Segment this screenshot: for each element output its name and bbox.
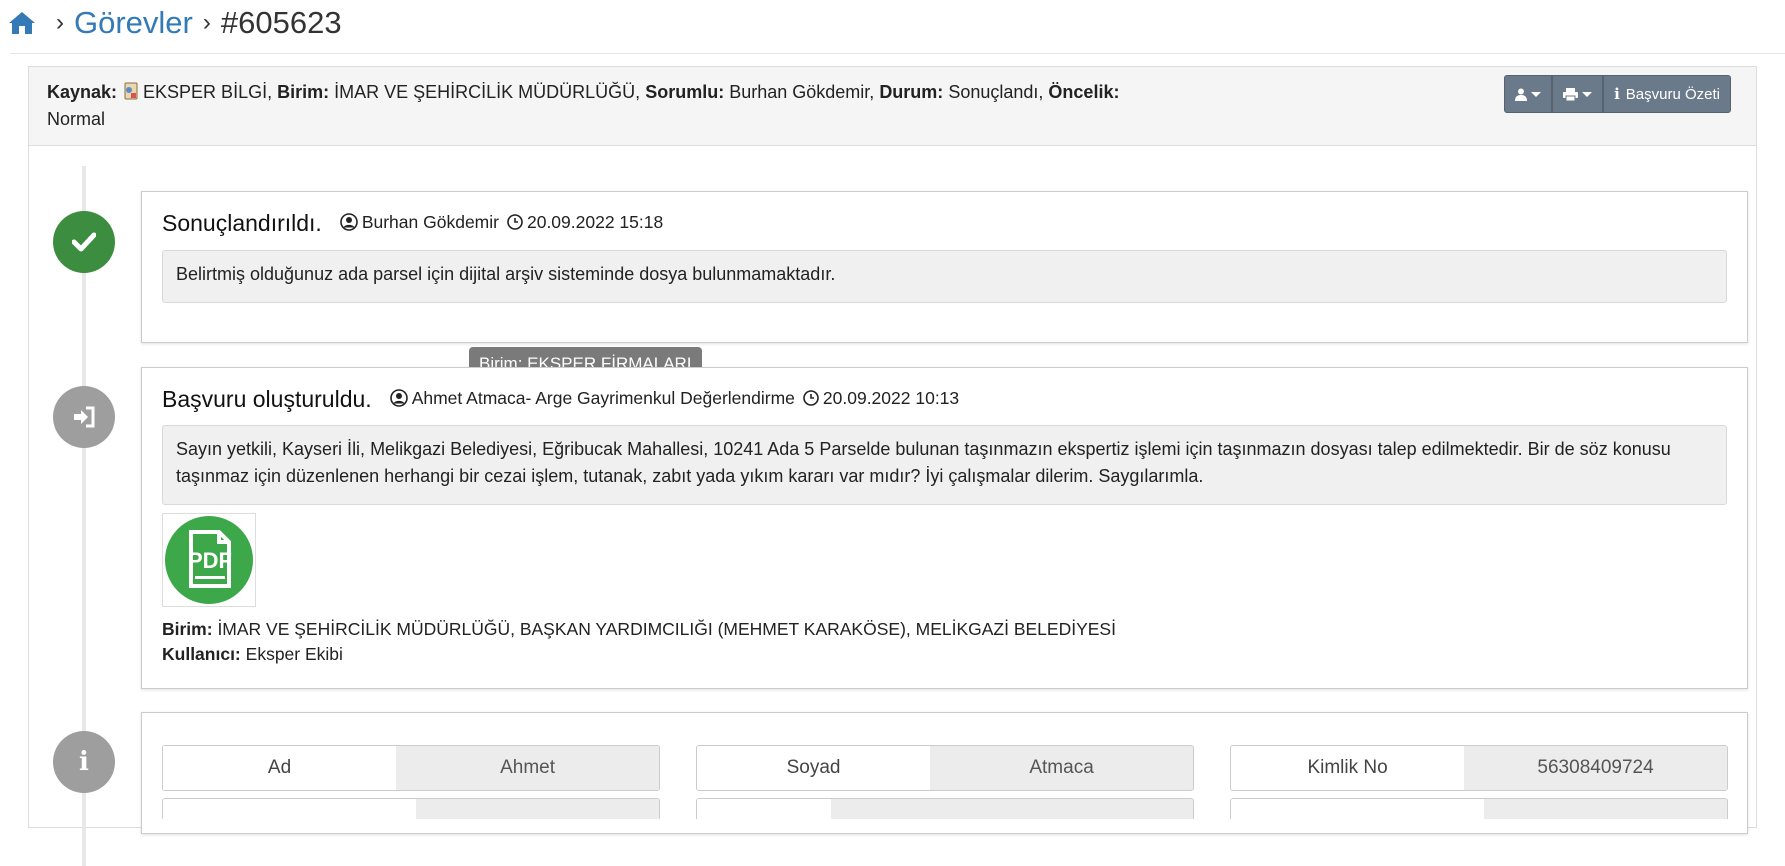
print-dropdown-button[interactable] xyxy=(1552,75,1604,113)
timeline-badge-created xyxy=(53,386,115,448)
kaynak-label: Kaynak: xyxy=(47,82,118,102)
event-birim: Birim: İMAR VE ŞEHİRCİLİK MÜDÜRLÜĞÜ, BAŞ… xyxy=(162,619,1116,639)
breadcrumb-separator-icon: › xyxy=(202,9,211,36)
pdf-attachment[interactable]: PDF xyxy=(162,513,256,607)
kaynak-value: EKSPER BİLGİ, xyxy=(143,82,273,102)
event-message: Belirtmiş olduğunuz ada parsel için diji… xyxy=(162,250,1727,303)
home-icon[interactable] xyxy=(8,10,36,36)
birim-label: Birim: xyxy=(277,82,330,102)
field-row-2 xyxy=(162,798,660,819)
field-row-2 xyxy=(696,798,1194,819)
timeline-event-created: Başvuru oluşturuldu. Ahmet Atmaca- Arge … xyxy=(141,367,1748,689)
print-icon xyxy=(1563,87,1579,101)
task-id: #605623 xyxy=(220,5,342,40)
field-row-2 xyxy=(1230,798,1728,819)
breadcrumb-separator-icon: › xyxy=(56,9,64,36)
divider xyxy=(10,53,1785,54)
oncelik-label: Öncelik: xyxy=(1048,82,1120,102)
event-kullanici: Kullanıcı: Eksper Ekibi xyxy=(162,644,343,664)
header-button-group: i Başvuru Özeti xyxy=(1504,75,1731,113)
caret-down-icon xyxy=(1582,91,1593,97)
user-circle-icon xyxy=(340,213,358,231)
timeline-badge-info: i xyxy=(53,731,115,793)
event-meta: Ahmet Atmaca- Arge Gayrimenkul Değerlend… xyxy=(389,387,960,409)
sign-in-icon xyxy=(74,406,95,428)
sorumlu-label: Sorumlu: xyxy=(645,82,725,102)
info-icon: i xyxy=(79,747,89,777)
check-icon xyxy=(72,232,96,252)
event-user: Burhan Gökdemir xyxy=(361,211,499,232)
basvuru-ozeti-label: Başvuru Özeti xyxy=(1625,85,1720,103)
info-icon: i xyxy=(1614,85,1620,103)
field-soyad: Soyad Atmaca xyxy=(696,745,1194,791)
sorumlu-value: Burhan Gökdemir, xyxy=(729,82,875,102)
oncelik-value: Normal xyxy=(47,109,106,129)
durum-value: Sonuçlandı, xyxy=(948,82,1044,102)
timeline-event-completed: Sonuçlandırıldı. Burhan Gökdemir 20.09.2… xyxy=(141,191,1748,343)
event-user[interactable]: Ahmet Atmaca- Arge Gayrimenkul Değerlend… xyxy=(412,388,795,409)
field-kimlik-no: Kimlik No 56308409724 xyxy=(1230,745,1728,791)
event-datetime: 20.09.2022 15:18 xyxy=(526,211,664,232)
event-message: Sayın yetkili, Kayseri İli, Melikgazi Be… xyxy=(162,425,1727,505)
clock-icon xyxy=(803,390,819,406)
birim-value: İMAR VE ŞEHİRCİLİK MÜDÜRLÜĞÜ, xyxy=(334,82,641,102)
task-summary: Kaynak: EKSPER BİLGİ, Birim: İMAR VE ŞEHİ… xyxy=(47,79,1197,133)
user-icon xyxy=(1515,88,1528,101)
event-title: Başvuru oluşturuldu. xyxy=(162,386,372,412)
caret-down-icon xyxy=(1531,91,1542,97)
user-circle-icon xyxy=(389,389,408,407)
source-icon xyxy=(124,82,138,100)
event-title: Sonuçlandırıldı. xyxy=(162,210,322,236)
event-datetime: 20.09.2022 10:13 xyxy=(822,387,960,408)
applicant-info-card: Ad Ahmet Soyad Atmaca Kimlik No 56308409… xyxy=(141,712,1748,834)
task-header: Kaynak: EKSPER BİLGİ, Birim: İMAR VE ŞEHİ… xyxy=(29,67,1756,146)
field-ad: Ad Ahmet xyxy=(162,745,660,791)
clock-icon xyxy=(507,214,523,230)
durum-label: Durum: xyxy=(879,82,944,102)
svg-text:PDF: PDF xyxy=(188,548,232,573)
timeline-badge-completed xyxy=(53,211,115,273)
breadcrumb-gorevler-link[interactable]: Görevler xyxy=(74,5,193,41)
event-meta: Burhan Gökdemir 20.09.2022 15:18 xyxy=(340,212,663,233)
user-dropdown-button[interactable] xyxy=(1504,75,1553,113)
basvuru-ozeti-button[interactable]: i Başvuru Özeti xyxy=(1603,75,1731,113)
breadcrumb: › Görevler › #605623 xyxy=(8,0,342,46)
pdf-icon: PDF xyxy=(165,516,253,604)
